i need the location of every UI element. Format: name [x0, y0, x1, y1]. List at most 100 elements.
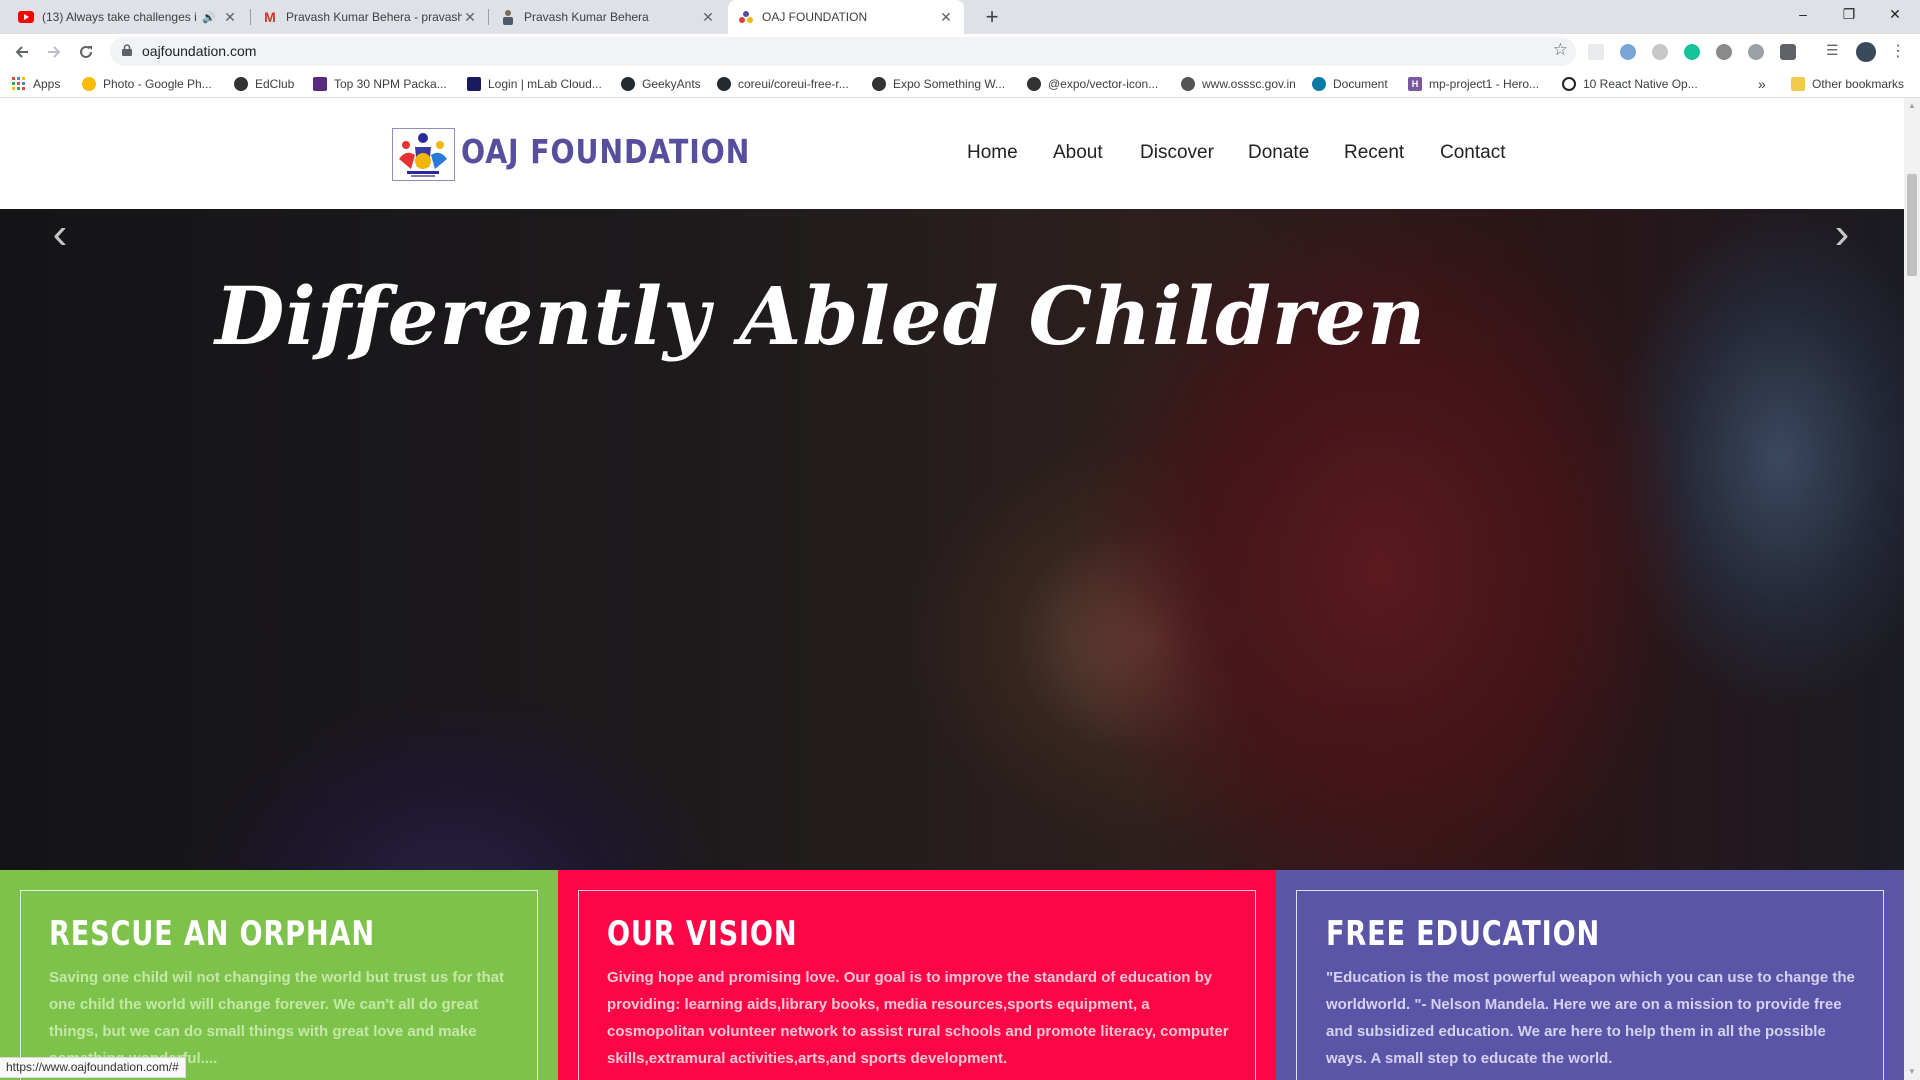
media-control-icon[interactable]: ☰	[1826, 42, 1842, 58]
tab-separator	[250, 9, 251, 25]
tab-youtube[interactable]: (13) Always take challenges i 🔊 ✕	[8, 0, 248, 34]
react-icon	[1312, 77, 1326, 91]
osssc-icon	[1181, 77, 1195, 91]
reload-icon[interactable]	[72, 38, 100, 66]
extension-icon[interactable]	[1780, 44, 1796, 60]
scroll-up-icon[interactable]: ▲	[1904, 98, 1920, 114]
extension-icon[interactable]	[1716, 44, 1732, 60]
hero-title: Differently Abled Children	[215, 269, 1427, 363]
feature-cards: RESCUE AN ORPHAN Saving one child wil no…	[0, 870, 1904, 1080]
bookmark-osssc[interactable]: www.osssc.gov.in	[1181, 76, 1296, 92]
profile-icon	[500, 9, 516, 25]
extension-icon[interactable]	[1652, 44, 1668, 60]
close-tab-icon[interactable]: ✕	[462, 9, 478, 26]
status-bar-url: https://www.oajfoundation.com/#	[0, 1057, 186, 1078]
close-tab-icon[interactable]: ✕	[700, 9, 716, 26]
nav-discover[interactable]: Discover	[1140, 142, 1214, 164]
nav-contact[interactable]: Contact	[1440, 142, 1505, 164]
bookmark-label: Login | mLab Cloud...	[488, 77, 602, 91]
address-bar[interactable]: oajfoundation.com ☆	[110, 37, 1576, 66]
extension-icon[interactable]	[1588, 44, 1604, 60]
bookmark-heroku[interactable]: Hmp-project1 - Hero...	[1408, 76, 1539, 92]
browser-toolbar: oajfoundation.com ☆ ☰ ⋮	[0, 34, 1920, 70]
bookmark-label: mp-project1 - Hero...	[1429, 77, 1540, 91]
close-window-button[interactable]: ✕	[1872, 0, 1918, 30]
bookmark-google-photos[interactable]: Photo - Google Ph...	[82, 76, 212, 92]
logo-text[interactable]: OAJ FOUNDATION	[461, 132, 750, 171]
bookmark-expo-vector-icons[interactable]: @expo/vector-icon...	[1027, 76, 1158, 92]
other-bookmarks-folder[interactable]: Other bookmarks	[1791, 76, 1904, 92]
bookmark-expo[interactable]: Expo Something W...	[872, 76, 1005, 92]
quora-icon	[1562, 77, 1576, 91]
speaker-icon[interactable]: 🔊	[202, 11, 216, 24]
bookmark-label: EdClub	[255, 77, 295, 91]
tab-strip: (13) Always take challenges i 🔊 ✕ M Prav…	[0, 0, 1920, 34]
youtube-icon	[18, 9, 34, 25]
bookmark-document[interactable]: Document	[1312, 76, 1388, 92]
bookmark-react-native[interactable]: 10 React Native Op...	[1562, 76, 1698, 92]
bookmark-label: Expo Something W...	[893, 77, 1006, 91]
close-tab-icon[interactable]: ✕	[938, 9, 954, 26]
grammarly-icon[interactable]	[1684, 44, 1700, 60]
avatar[interactable]	[1856, 42, 1876, 62]
nav-home[interactable]: Home	[967, 142, 1018, 164]
minimize-button[interactable]: –	[1780, 0, 1826, 30]
bookmark-geekyants[interactable]: GeekyAnts	[621, 76, 701, 92]
edclub-icon	[234, 77, 248, 91]
bookmark-coreui[interactable]: coreui/coreui-free-r...	[717, 76, 849, 92]
bookmark-npm[interactable]: Top 30 NPM Packa...	[313, 76, 447, 92]
extension-icon[interactable]	[1748, 44, 1764, 60]
nav-donate[interactable]: Donate	[1248, 142, 1309, 164]
bookmark-label: Apps	[33, 77, 61, 91]
expo-icon	[872, 77, 886, 91]
card-text: "Education is the most powerful weapon w…	[1326, 969, 1855, 1067]
tab-title: (13) Always take challenges i	[42, 10, 197, 24]
site-header: OAJ FOUNDATION Home About Discover Donat…	[0, 98, 1904, 209]
card-text: Giving hope and promising love. Our goal…	[607, 969, 1229, 1067]
bookmark-label: GeekyAnts	[642, 77, 701, 91]
card-title: RESCUE AN ORPHAN	[49, 914, 375, 954]
nav-recent[interactable]: Recent	[1344, 142, 1404, 164]
bookmark-mlab[interactable]: Login | mLab Cloud...	[467, 76, 602, 92]
bookmark-label: 10 React Native Op...	[1583, 77, 1698, 91]
carousel-next-arrow[interactable]: ›	[1822, 209, 1862, 269]
gmail-icon: M	[264, 9, 276, 25]
tab-title: Pravash Kumar Behera	[524, 10, 649, 24]
back-icon[interactable]	[8, 38, 36, 66]
card-free-education: FREE EDUCATION "Education is the most po…	[1276, 870, 1904, 1080]
extension-icon[interactable]	[1620, 44, 1636, 60]
close-tab-icon[interactable]: ✕	[222, 9, 238, 26]
bookmark-apps[interactable]: Apps	[12, 76, 60, 92]
nav-about[interactable]: About	[1053, 142, 1103, 164]
bookmark-label: @expo/vector-icon...	[1048, 77, 1159, 91]
new-tab-button[interactable]: +	[978, 4, 1006, 32]
site-icon	[738, 9, 754, 25]
mlab-icon	[467, 77, 481, 91]
github-icon	[717, 77, 731, 91]
menu-icon[interactable]: ⋮	[1890, 41, 1906, 60]
scroll-down-icon[interactable]: ▼	[1904, 1064, 1920, 1080]
page-scrollbar[interactable]: ▲ ▼	[1904, 98, 1920, 1080]
bookmark-edclub[interactable]: EdClub	[234, 76, 294, 92]
folder-icon	[1791, 77, 1805, 91]
tab-profile[interactable]: Pravash Kumar Behera ✕	[490, 0, 726, 34]
tab-title: OAJ FOUNDATION	[762, 10, 868, 24]
bookmark-label: Document	[1333, 77, 1388, 91]
google-photos-icon	[82, 77, 96, 91]
forward-icon[interactable]	[40, 38, 68, 66]
url-text: oajfoundation.com	[142, 43, 257, 59]
oaj-logo-image[interactable]	[392, 128, 455, 181]
bookmarks-bar: Apps Photo - Google Ph... EdClub Top 30 …	[0, 70, 1920, 98]
scrollbar-thumb[interactable]	[1907, 174, 1917, 276]
carousel-prev-arrow[interactable]: ‹	[40, 209, 80, 269]
tab-oaj-foundation[interactable]: OAJ FOUNDATION ✕	[728, 0, 964, 34]
bookmark-star-icon[interactable]: ☆	[1553, 40, 1568, 60]
lock-icon	[122, 44, 132, 56]
bookmark-label: coreui/coreui-free-r...	[738, 77, 849, 91]
more-bookmarks-button[interactable]: »	[1758, 76, 1766, 92]
card-title: FREE EDUCATION	[1326, 914, 1601, 954]
github-icon	[621, 77, 635, 91]
restore-button[interactable]: ❐	[1826, 0, 1872, 30]
bookmark-label: www.osssc.gov.in	[1202, 77, 1296, 91]
tab-gmail[interactable]: M Pravash Kumar Behera - pravash ✕	[252, 0, 488, 34]
